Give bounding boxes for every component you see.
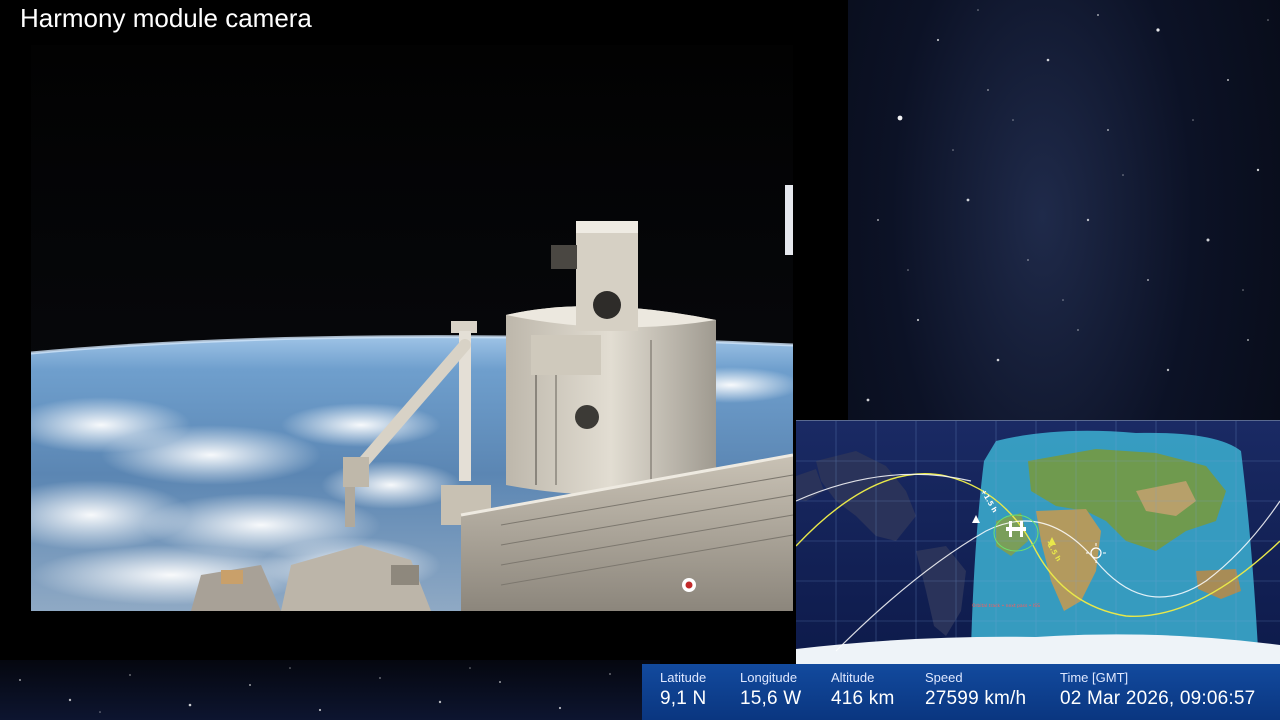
speed-readout: Speed 27599 km/h (925, 670, 1026, 712)
longitude-value: 15,6 W (740, 688, 802, 709)
latitude-readout: Latitude 9,1 N (660, 670, 706, 712)
altitude-value: 416 km (831, 688, 895, 709)
speed-label: Speed (925, 670, 963, 685)
iss-camera-image (31, 45, 793, 611)
time-readout: Time [GMT] 02 Mar 2026, 09:06:57 (1060, 670, 1255, 712)
stream-screen: Harmony module camera Orbital track • ne… (0, 0, 1280, 720)
time-label: Time [GMT] (1060, 670, 1129, 685)
camera-title: Harmony module camera (20, 3, 312, 33)
iss-tracker-map: Orbital track • next pass • ISS +1.5 h -… (796, 420, 1280, 665)
longitude-readout: Longitude 15,6 W (740, 670, 801, 712)
starfield-strip (0, 660, 660, 720)
altitude-label: Altitude (831, 670, 875, 685)
speed-value: 27599 km/h (925, 688, 1027, 709)
latitude-label: Latitude (660, 670, 707, 685)
latitude-value: 9,1 N (660, 688, 707, 709)
stars-strip-graphic (19, 667, 611, 713)
altitude-readout: Altitude 416 km (831, 670, 895, 712)
longitude-label: Longitude (740, 670, 798, 685)
telemetry-bar: Latitude 9,1 N Longitude 15,6 W Altitude… (642, 664, 1280, 720)
svg-text:Orbital track • next pass • IS: Orbital track • next pass • ISS (972, 603, 1040, 609)
world-map-graphic: Orbital track • next pass • ISS (796, 421, 1280, 665)
time-value: 02 Mar 2026, 09:06:57 (1060, 688, 1256, 709)
camera-feed (31, 45, 793, 611)
